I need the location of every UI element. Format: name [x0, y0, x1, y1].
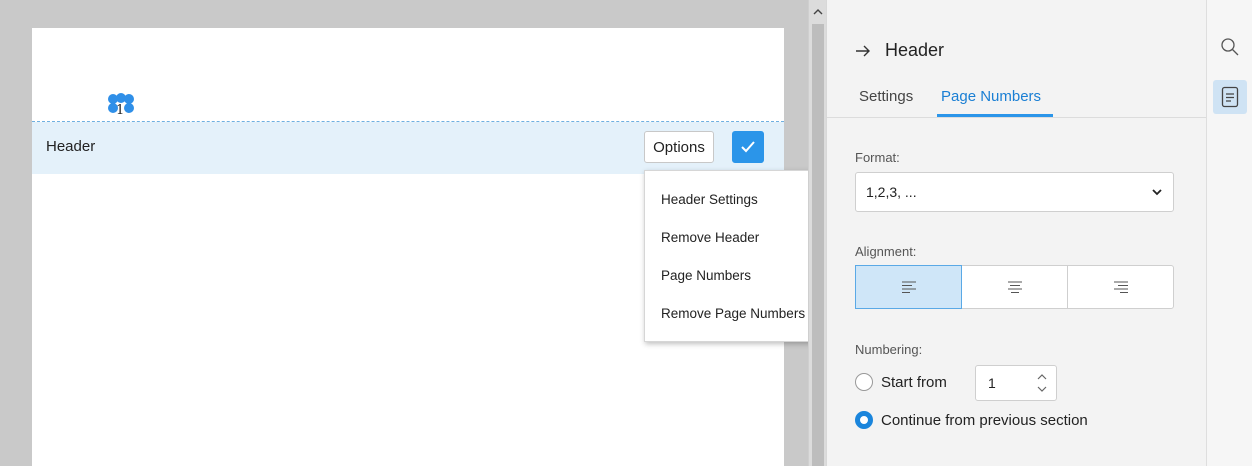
align-left-button[interactable] — [855, 265, 962, 309]
align-right-button[interactable] — [1068, 266, 1173, 308]
document-icon — [1221, 86, 1239, 108]
document-panel-button[interactable] — [1213, 80, 1247, 114]
alignment-label: Alignment: — [855, 244, 917, 259]
align-center-icon — [1007, 281, 1022, 293]
panel-header: Header Settings Page Numbers — [827, 0, 1207, 118]
start-from-label: Start from — [881, 373, 947, 391]
menu-item-remove-page-numbers[interactable]: Remove Page Numbers — [645, 295, 823, 333]
panel-title-text: Header — [885, 40, 945, 60]
start-from-stepper[interactable]: 1 — [975, 365, 1057, 401]
document-canvas: 1 Header Options Header Settings Remove … — [0, 0, 824, 466]
options-button[interactable]: Options — [644, 131, 714, 163]
format-label: Format: — [855, 150, 900, 165]
menu-item-page-numbers[interactable]: Page Numbers — [645, 257, 823, 295]
menu-item-remove-header[interactable]: Remove Header — [645, 219, 823, 257]
page-number-field[interactable]: 1 — [108, 93, 134, 122]
tab-page-numbers[interactable]: Page Numbers — [941, 88, 1041, 105]
page-number-text: 1 — [116, 103, 125, 118]
chevron-down-icon — [1152, 189, 1162, 196]
alignment-group — [855, 265, 1174, 309]
scrollbar-thumb[interactable] — [812, 24, 824, 466]
menu-item-header-settings[interactable]: Header Settings — [645, 181, 823, 219]
format-value: 1,2,3, ... — [866, 184, 917, 200]
options-menu: Header Settings Remove Header Page Numbe… — [644, 170, 824, 342]
format-select[interactable]: 1,2,3, ... — [855, 172, 1174, 212]
continue-option[interactable]: Continue from previous section — [855, 411, 1088, 429]
start-from-value: 1 — [988, 375, 996, 391]
search-button[interactable] — [1213, 30, 1247, 64]
check-icon — [741, 141, 755, 153]
header-region[interactable]: Header Options — [32, 122, 784, 174]
header-label: Header — [46, 138, 96, 155]
page-number-handle — [124, 103, 134, 113]
start-from-option[interactable]: Start from — [855, 373, 947, 391]
scroll-up-icon[interactable] — [812, 6, 824, 18]
align-right-icon — [1113, 281, 1128, 293]
continue-label: Continue from previous section — [881, 411, 1088, 429]
confirm-button[interactable] — [732, 131, 764, 163]
align-center-button[interactable] — [962, 266, 1068, 308]
search-icon — [1221, 38, 1239, 56]
align-left-icon — [901, 281, 916, 293]
start-from-radio[interactable] — [855, 373, 873, 391]
active-tab-indicator — [937, 114, 1053, 117]
panel-title: Header — [855, 40, 944, 61]
vertical-scrollbar[interactable] — [808, 0, 826, 466]
numbering-label: Numbering: — [855, 342, 923, 357]
header-settings-panel: Header Settings Page Numbers Format: 1,2… — [826, 0, 1207, 466]
continue-radio[interactable] — [855, 411, 873, 429]
stepper-arrows-icon[interactable] — [1036, 370, 1048, 396]
tab-settings[interactable]: Settings — [859, 88, 913, 105]
right-toolbar — [1206, 0, 1252, 466]
arrow-right-icon[interactable] — [855, 45, 871, 57]
